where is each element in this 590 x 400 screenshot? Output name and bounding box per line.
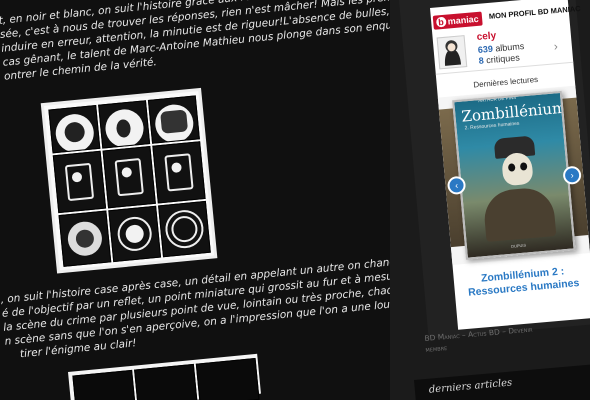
comic-panel bbox=[108, 205, 162, 263]
comic-page-image[interactable] bbox=[44, 91, 215, 271]
comic-page-image-2[interactable] bbox=[68, 353, 261, 400]
article-paragraph-1: t, en noir et blanc, on suit l'histoire … bbox=[0, 0, 424, 84]
critiques-count[interactable]: 8 critiques bbox=[478, 52, 520, 66]
latest-articles-heading: derniers articles bbox=[428, 377, 513, 396]
comic-panel bbox=[52, 150, 107, 214]
avatar[interactable] bbox=[436, 35, 468, 70]
comic-panel bbox=[152, 141, 206, 204]
cover-author: ARTHUR DE PINS bbox=[478, 94, 517, 104]
comic-panel bbox=[102, 145, 156, 209]
profile-summary[interactable]: cely 639 albums 8 critiques › bbox=[432, 23, 574, 75]
cover-art bbox=[501, 151, 534, 187]
cover-publisher: DUPUIS bbox=[510, 242, 527, 249]
page: t, en noir et blanc, on suit l'histoire … bbox=[0, 0, 590, 400]
chevron-right-icon[interactable]: › bbox=[553, 39, 558, 53]
comic-panel bbox=[48, 104, 101, 154]
comic-panel bbox=[72, 369, 137, 400]
book-carousel: ARTHUR DE PINS Zombillénium 2. Ressource… bbox=[437, 85, 590, 266]
comic-panel bbox=[58, 210, 112, 267]
article-column: t, en noir et blanc, on suit l'histoire … bbox=[0, 0, 431, 400]
bdmaniac-widget: b maniac MON PROFIL BD MANIAC cely 639 al… bbox=[430, 0, 590, 330]
comic-panel bbox=[134, 363, 198, 400]
comic-panel bbox=[195, 357, 260, 400]
username-link[interactable]: cely bbox=[476, 30, 496, 43]
comic-panel bbox=[147, 95, 200, 144]
cover-art bbox=[482, 186, 557, 242]
bdmaniac-logo[interactable]: b maniac bbox=[432, 11, 483, 30]
comic-panel bbox=[98, 100, 151, 149]
book-title-link[interactable]: Zombillénium 2 : Ressources humaines bbox=[453, 263, 590, 301]
widget-title: MON PROFIL BD MANIAC bbox=[488, 3, 581, 21]
book-cover[interactable]: ARTHUR DE PINS Zombillénium 2. Ressource… bbox=[452, 90, 576, 260]
comic-panel bbox=[158, 200, 211, 258]
